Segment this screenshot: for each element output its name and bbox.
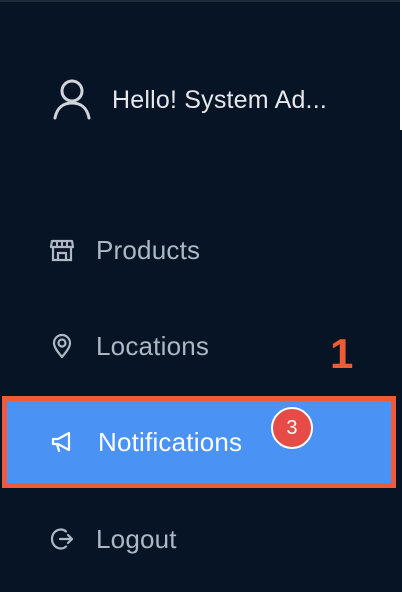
sidebar-item-logout-label: Logout [96,523,177,554]
notifications-count-badge: 3 [271,407,313,449]
map-pin-icon [48,332,76,360]
sidebar-item-logout[interactable]: Logout [0,511,396,567]
sidebar-item-products-label: Products [96,234,201,265]
sidebar-item-notifications[interactable]: Notifications 3 [2,396,396,488]
sidebar-item-locations-label: Locations [96,330,210,361]
logout-icon [48,525,76,553]
store-icon [48,236,76,264]
megaphone-icon [48,428,76,456]
step-number-label: 1 [330,330,354,377]
sidebar-item-products[interactable]: Products [0,222,396,278]
mobile-sidebar-screen: Hello! System Ad... Products Locations 1 [0,0,402,592]
profile-greeting: Hello! System Ad... [112,85,327,114]
sidebar-item-notifications-label: Notifications [98,426,243,457]
profile-header: Hello! System Ad... [50,76,360,124]
top-divider [0,0,402,2]
user-icon [50,78,94,122]
